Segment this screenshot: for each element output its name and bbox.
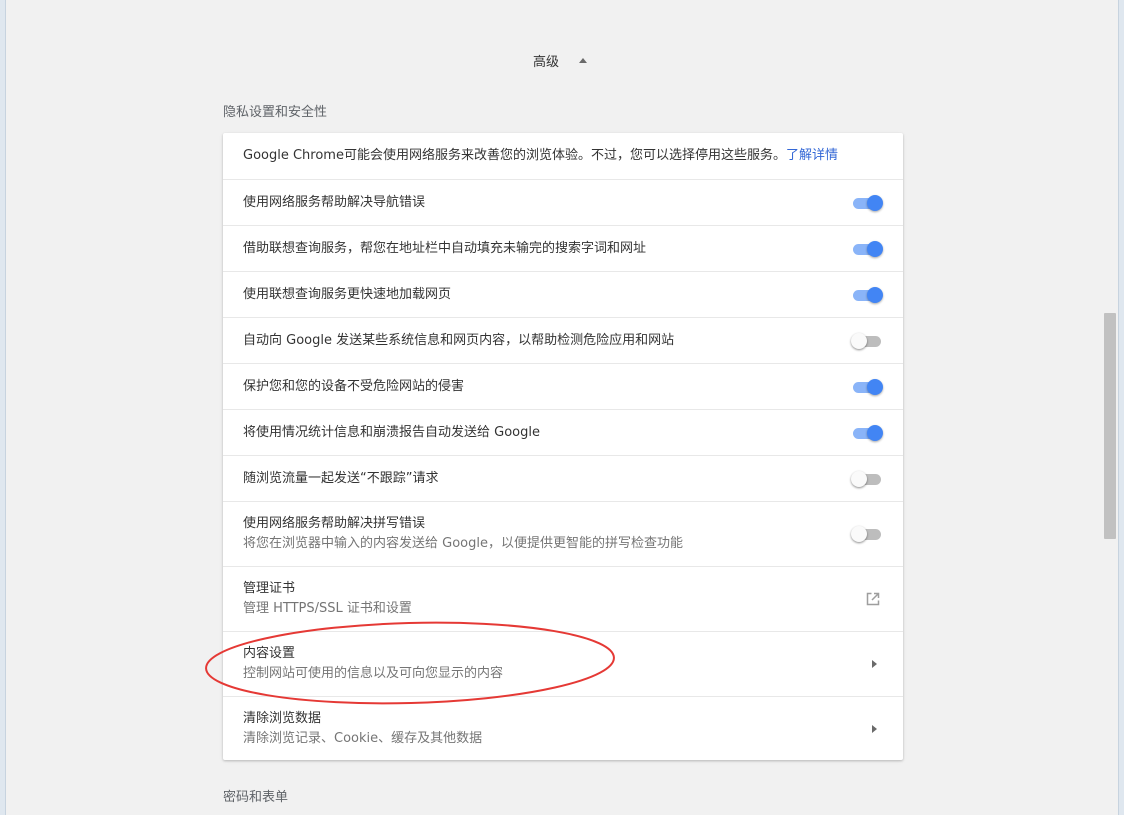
setting-label: 清除浏览数据 — [243, 710, 322, 726]
setting-label: 管理证书 — [243, 581, 296, 596]
setting-text: 清除浏览数据 清除浏览记录、Cookie、缓存及其他数据 — [243, 710, 482, 748]
toggle-knob — [867, 286, 883, 303]
usage-stats-toggle[interactable] — [851, 423, 883, 443]
open-in-new-icon-glyph — [866, 592, 880, 606]
toggle-knob — [867, 424, 883, 441]
advanced-label: 高级 — [532, 54, 559, 70]
setting-label: 使用网络服务帮助解决拼写错误 — [243, 516, 426, 531]
toggle-knob — [851, 470, 867, 487]
setting-row-do-not-track[interactable]: 随浏览流量一起发送“不跟踪”请求 — [223, 455, 903, 501]
setting-row-safe-browsing-reports[interactable]: 自动向 Google 发送某些系统信息和网页内容，以帮助检测危险应用和网站 — [223, 317, 903, 363]
spelling-toggle[interactable] — [851, 524, 883, 544]
learn-more-link[interactable]: 了解详情 — [786, 148, 838, 163]
safe-browsing-toggle[interactable] — [851, 377, 883, 397]
window-right-edge — [1118, 0, 1124, 815]
prefetch-toggle[interactable] — [851, 285, 883, 305]
setting-sublabel: 管理 HTTPS/SSL 证书和设置 — [243, 601, 412, 616]
chevron-right-icon[interactable] — [863, 654, 883, 674]
privacy-intro: Google Chrome可能会使用网络服务来改善您的浏览体验。不过，您可以选择… — [243, 147, 838, 165]
autocomplete-toggle[interactable] — [851, 239, 883, 259]
setting-sublabel: 清除浏览记录、Cookie、缓存及其他数据 — [243, 730, 483, 746]
chevron-right-glyph — [872, 660, 877, 668]
toggle-knob — [867, 240, 883, 257]
advanced-toggle-button[interactable]: 高级 — [500, 48, 620, 72]
setting-label: 自动向 Google 发送某些系统信息和网页内容，以帮助检测危险应用和网站 — [243, 332, 675, 348]
privacy-intro-text: Google Chrome可能会使用网络服务来改善您的浏览体验。不过，您可以选择… — [243, 148, 786, 163]
setting-label: 借助联想查询服务，帮您在地址栏中自动填充未输完的搜索字词和网址 — [243, 240, 647, 256]
setting-row-usage-stats[interactable]: 将使用情况统计信息和崩溃报告自动发送给 Google — [223, 409, 903, 455]
toggle-knob — [867, 378, 883, 395]
setting-label: 内容设置 — [243, 646, 296, 661]
setting-label: 使用联想查询服务更快速地加载网页 — [243, 286, 452, 302]
setting-label: 随浏览流量一起发送“不跟踪”请求 — [243, 470, 439, 486]
scrollbar-thumb[interactable] — [1104, 313, 1116, 539]
setting-text: 使用网络服务帮助解决拼写错误 将您在浏览器中输入的内容发送给 Google，以便… — [243, 515, 683, 553]
do-not-track-toggle[interactable] — [851, 469, 883, 489]
setting-sublabel: 将您在浏览器中输入的内容发送给 Google，以便提供更智能的拼写检查功能 — [243, 536, 683, 551]
open-in-new-icon[interactable] — [863, 589, 883, 609]
privacy-intro-row: Google Chrome可能会使用网络服务来改善您的浏览体验。不过，您可以选择… — [223, 133, 903, 179]
toggle-knob — [851, 332, 867, 349]
setting-row-autocomplete[interactable]: 借助联想查询服务，帮您在地址栏中自动填充未输完的搜索字词和网址 — [223, 225, 903, 271]
safe-browsing-reports-toggle[interactable] — [851, 331, 883, 351]
privacy-card: Google Chrome可能会使用网络服务来改善您的浏览体验。不过，您可以选择… — [223, 133, 903, 760]
setting-text: 内容设置 控制网站可使用的信息以及可向您显示的内容 — [243, 645, 503, 683]
toggle-knob — [851, 526, 867, 542]
setting-sublabel: 控制网站可使用的信息以及可向您显示的内容 — [243, 666, 504, 681]
setting-row-manage-certificates[interactable]: 管理证书 管理 HTTPS/SSL 证书和设置 — [223, 566, 903, 631]
setting-row-clear-browsing-data[interactable]: 清除浏览数据 清除浏览记录、Cookie、缓存及其他数据 — [223, 696, 903, 760]
chevron-right-icon[interactable] — [863, 719, 883, 739]
setting-row-nav-errors[interactable]: 使用网络服务帮助解决导航错误 — [223, 179, 903, 225]
passwords-section-title: 密码和表单 — [223, 790, 289, 805]
toggle-knob — [867, 194, 883, 211]
setting-row-content-settings[interactable]: 内容设置 控制网站可使用的信息以及可向您显示的内容 — [223, 631, 903, 696]
setting-row-prefetch[interactable]: 使用联想查询服务更快速地加载网页 — [223, 271, 903, 317]
setting-label: 保护您和您的设备不受危险网站的侵害 — [243, 378, 465, 394]
caret-up-icon — [579, 57, 587, 63]
privacy-section-title: 隐私设置和安全性 — [223, 105, 328, 120]
setting-row-spelling[interactable]: 使用网络服务帮助解决拼写错误 将您在浏览器中输入的内容发送给 Google，以便… — [223, 501, 903, 566]
window-left-edge — [0, 0, 6, 815]
setting-text: 管理证书 管理 HTTPS/SSL 证书和设置 — [243, 580, 412, 618]
setting-label: 将使用情况统计信息和崩溃报告自动发送给 Google — [243, 424, 540, 440]
nav-errors-toggle[interactable] — [851, 193, 883, 213]
setting-row-safe-browsing[interactable]: 保护您和您的设备不受危险网站的侵害 — [223, 363, 903, 409]
setting-label: 使用网络服务帮助解决导航错误 — [243, 194, 426, 210]
chevron-right-glyph — [872, 724, 877, 733]
